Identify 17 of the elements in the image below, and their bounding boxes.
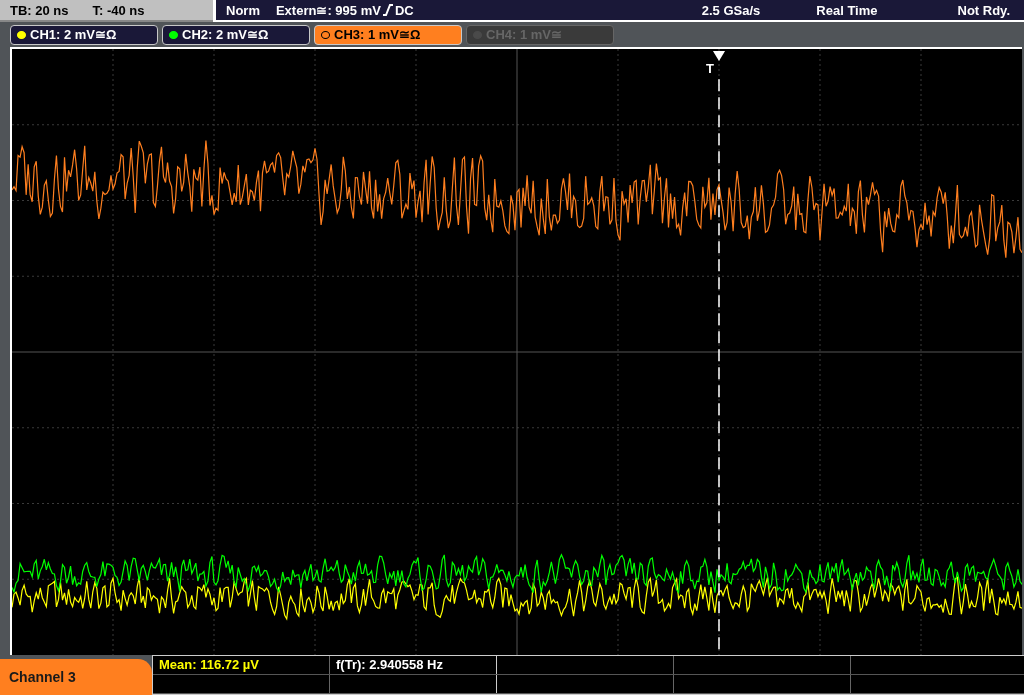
channel-tab[interactable]: CH1: 2 mV≅Ω	[10, 24, 158, 45]
trigger-mode-label: Norm	[226, 2, 260, 18]
timebase-label: TB: 20 ns	[10, 2, 69, 18]
channel-tab[interactable]: CH3: 1 mV≅Ω	[314, 24, 462, 45]
measurement-value: Mean: 116.72 µV	[159, 657, 259, 673]
rising-edge-icon	[381, 4, 394, 17]
coupling-label: DC	[394, 2, 414, 18]
trigger-position-icon	[712, 50, 726, 61]
channel-panel-tab[interactable]: Channel 3	[0, 659, 152, 695]
trigger-time-label: T: -40 ns	[92, 2, 145, 18]
acquisition-mode-label: Real Time	[816, 2, 878, 18]
sample-rate-label: 2.5 GSa/s	[701, 2, 761, 18]
trigger-marker-label: T	[706, 61, 714, 75]
measurement-value: f(Tr): 2.940558 Hz	[336, 657, 443, 673]
channel-tab[interactable]: CH2: 2 mV≅Ω	[162, 24, 310, 45]
trigger-source-label: Extern≅: 995 mV	[275, 2, 381, 18]
acquisition-state-label: Not Rdy.	[957, 2, 1010, 18]
